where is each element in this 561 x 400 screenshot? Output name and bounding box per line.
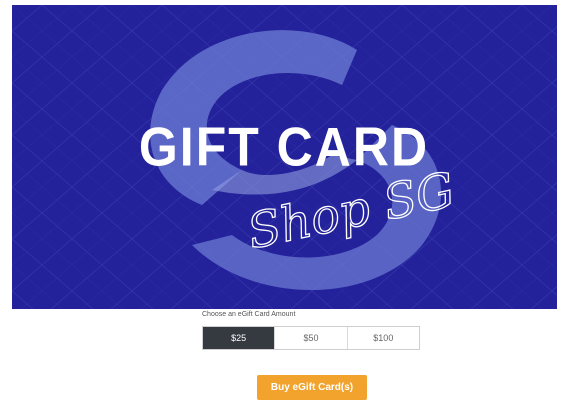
amount-option-25[interactable]: $25 (203, 327, 276, 349)
gift-card-banner: GIFT CARD Shop SG (12, 5, 557, 309)
amount-option-50[interactable]: $50 (275, 327, 348, 349)
amount-selector: $25 $50 $100 (202, 326, 420, 350)
gift-card-title: GIFT CARD (139, 116, 429, 178)
amount-label: Choose an eGift Card Amount (202, 311, 296, 318)
gift-card-artwork: GIFT CARD Shop SG (12, 5, 557, 309)
buy-egift-card-button[interactable]: Buy eGift Card(s) (257, 375, 367, 400)
amount-option-100[interactable]: $100 (347, 327, 419, 349)
